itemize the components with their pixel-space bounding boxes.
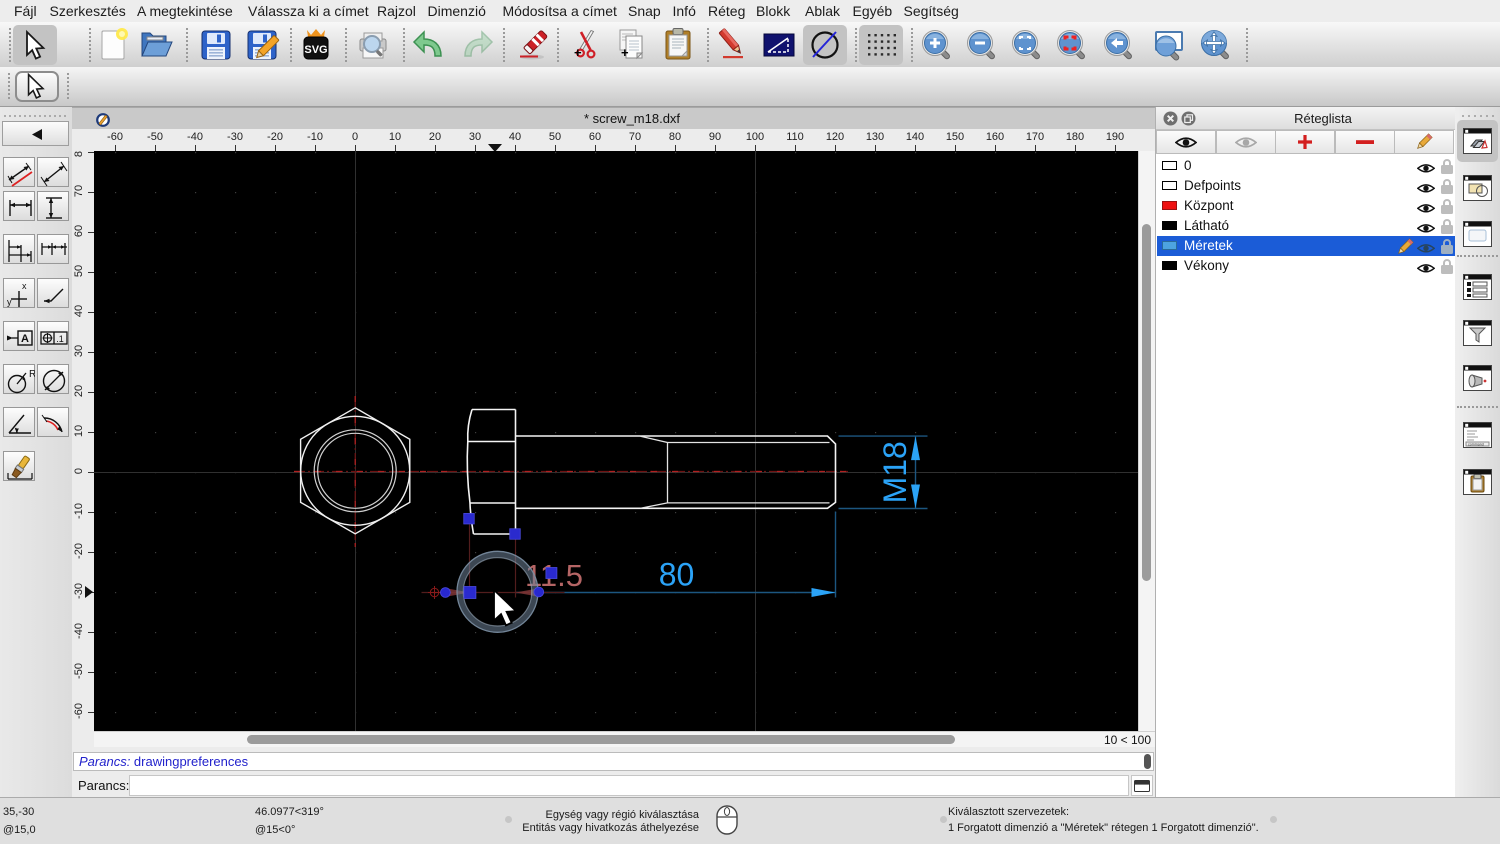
svg-text:+: + bbox=[574, 45, 582, 60]
svg-text:SVG: SVG bbox=[304, 44, 327, 56]
svg-text:+: + bbox=[621, 45, 629, 60]
svg-text:x: x bbox=[22, 281, 27, 291]
svg-text:command: command bbox=[1468, 443, 1484, 447]
svg-text:M18: M18 bbox=[877, 441, 913, 503]
svg-text:R: R bbox=[29, 369, 35, 380]
svg-text:A: A bbox=[21, 333, 29, 345]
svg-text:.1: .1 bbox=[56, 334, 64, 344]
svg-text:80: 80 bbox=[659, 557, 695, 593]
